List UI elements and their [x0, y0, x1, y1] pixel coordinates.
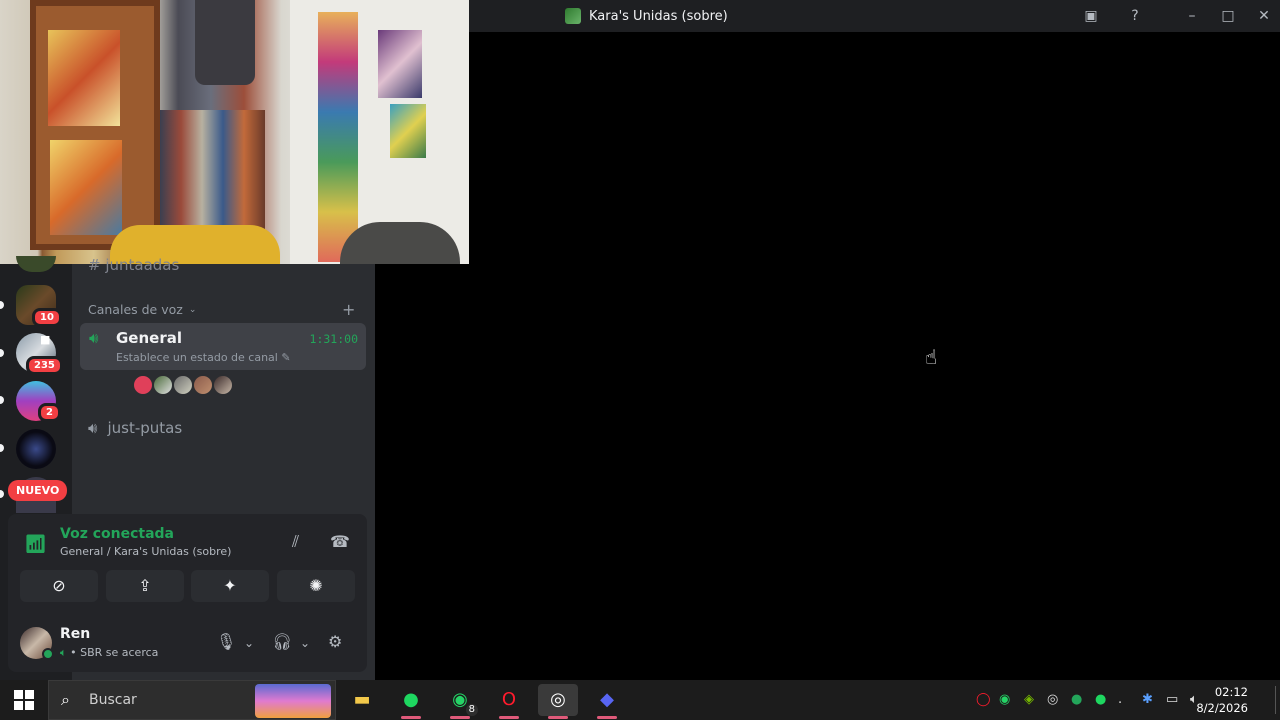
server-badge: 2	[38, 403, 61, 422]
hand-cursor-icon: ☝	[925, 345, 938, 369]
online-status-icon	[42, 648, 54, 660]
status-tray-icon[interactable]: ●	[1071, 692, 1082, 707]
username[interactable]: Ren	[60, 626, 90, 642]
taskbar: ⌕ Buscar ▬ ● ◉ 8 O ◎ ◆ ◯ ◉ ◈ ◎ ● ● . ✱ ▭ …	[0, 680, 1280, 720]
voice-category[interactable]: Canales de voz ⌄	[88, 302, 196, 317]
video-icon: ■	[40, 333, 51, 346]
chevron-down-icon: ⌄	[188, 304, 197, 315]
spotify-icon[interactable]: ●	[391, 684, 431, 719]
camera-toggle-button[interactable]: ⊘	[20, 570, 98, 602]
noise-suppression-icon[interactable]: ⫽	[292, 532, 299, 552]
voice-status-title[interactable]: Voz conectada	[60, 526, 174, 542]
camera-scene-poster	[378, 30, 422, 98]
user-status[interactable]: 🔈︎ • SBR se acerca	[60, 646, 158, 660]
window-title-text: Kara's Unidas (sobre)	[589, 8, 728, 24]
channel-status[interactable]: Establece un estado de canal ✎	[116, 351, 291, 364]
app-root: Kara's Unidas (sobre) ▣ ? – □ ✕ 10 ■ 235…	[0, 0, 1280, 720]
maximize-button[interactable]: □	[1218, 6, 1238, 26]
file-explorer-icon[interactable]: ▬	[342, 684, 382, 716]
chevron-down-icon[interactable]: ⌄	[244, 636, 254, 650]
voice-channel-just-putas[interactable]: 🔊︎ just-putas	[88, 419, 182, 437]
search-icon: ⌕	[61, 690, 70, 709]
nvidia-tray-icon[interactable]: ◈	[1024, 692, 1034, 707]
clock-time: 02:12	[1214, 685, 1248, 699]
taskbar-search[interactable]: ⌕ Buscar	[48, 680, 336, 720]
voice-channel-name: General	[116, 329, 182, 347]
spotify-tray-icon[interactable]: ●	[1095, 692, 1106, 707]
text-channel-partial[interactable]: # juntaadas	[88, 256, 179, 274]
hash-icon: #	[88, 256, 106, 274]
obs-tray-icon[interactable]: ◎	[1047, 692, 1058, 707]
window-title: Kara's Unidas (sobre)	[565, 8, 728, 24]
server-icon[interactable]	[16, 429, 56, 469]
voice-status-subtitle[interactable]: General / Kara's Unidas (sobre)	[60, 545, 231, 558]
search-placeholder: Buscar	[89, 692, 137, 708]
voice-users	[132, 374, 234, 396]
share-screen-button[interactable]: ⇪	[106, 570, 184, 602]
voice-channel-general[interactable]: 🔊︎ General 1:31:00 Establece un estado d…	[80, 323, 366, 370]
network-icon[interactable]: ▭	[1166, 692, 1178, 707]
speaker-icon: 🔊︎	[89, 329, 99, 347]
activities-button[interactable]: ✦	[191, 570, 269, 602]
headphones-icon[interactable]: 🎧︎	[272, 632, 292, 651]
server-icon	[565, 8, 581, 24]
avatar[interactable]	[172, 374, 194, 396]
clock[interactable]: 02:12 8/2/2026	[1196, 684, 1248, 716]
add-channel-icon[interactable]: +	[342, 300, 355, 319]
camera-scene-poster	[50, 140, 122, 235]
opera-icon[interactable]: O	[489, 684, 529, 719]
avatar[interactable]	[212, 374, 234, 396]
avatar[interactable]	[132, 374, 154, 396]
tray-overflow-icon[interactable]: .	[1118, 692, 1122, 707]
camera-scene-clothes	[160, 110, 265, 230]
chevron-down-icon[interactable]: ⌄	[300, 636, 310, 650]
whatsapp-icon[interactable]: ◉ 8	[440, 684, 480, 719]
avatar[interactable]	[152, 374, 174, 396]
windows-start-icon[interactable]	[14, 690, 34, 710]
user-panel: Ren 🔈︎ • SBR se acerca 🎙︎ ⌄ 🎧︎ ⌄ ⚙	[8, 610, 367, 672]
camera-preview[interactable]	[0, 0, 469, 264]
avatar[interactable]	[192, 374, 214, 396]
settings-icon[interactable]: ⚙	[328, 632, 342, 651]
show-desktop-button[interactable]	[1275, 686, 1276, 714]
category-label: Canales de voz	[88, 302, 183, 317]
search-highlight-image	[255, 684, 331, 718]
discord-icon[interactable]: ◆	[587, 684, 627, 719]
voice-timer: 1:31:00	[309, 332, 358, 346]
speaker-icon: 🔈︎	[60, 646, 67, 659]
camera-scene-posters	[318, 12, 358, 262]
new-badge: NUEVO	[8, 480, 68, 501]
server-badge: 235	[26, 356, 63, 375]
opera-tray-icon[interactable]: ◯	[976, 692, 991, 707]
camera-scene-poster	[390, 104, 426, 158]
camera-scene-jacket	[195, 0, 255, 85]
pencil-icon: ✎	[281, 351, 291, 364]
obs-icon[interactable]: ◎	[538, 684, 578, 719]
speaker-icon: 🔊︎	[88, 419, 98, 437]
disconnect-icon[interactable]: ☎	[330, 532, 350, 551]
camera-scene-poster	[48, 30, 120, 126]
whatsapp-tray-icon[interactable]: ◉	[999, 692, 1010, 707]
clock-date: 8/2/2026	[1196, 701, 1248, 715]
microphone-icon[interactable]: 🎙︎	[216, 632, 236, 651]
minimize-button[interactable]: –	[1182, 6, 1202, 26]
signal-icon[interactable]: 📶︎	[24, 534, 47, 555]
voice-connected-panel: 📶︎ Voz conectada General / Kara's Unidas…	[8, 514, 367, 610]
bluetooth-tray-icon[interactable]: ✱	[1142, 692, 1153, 707]
inbox-icon[interactable]: ▣	[1081, 6, 1101, 26]
camera-scene-chair	[340, 222, 460, 264]
server-badge: 10	[32, 308, 62, 327]
help-icon[interactable]: ?	[1125, 6, 1145, 26]
soundboard-button[interactable]: ✺	[277, 570, 355, 602]
close-button[interactable]: ✕	[1254, 6, 1274, 26]
